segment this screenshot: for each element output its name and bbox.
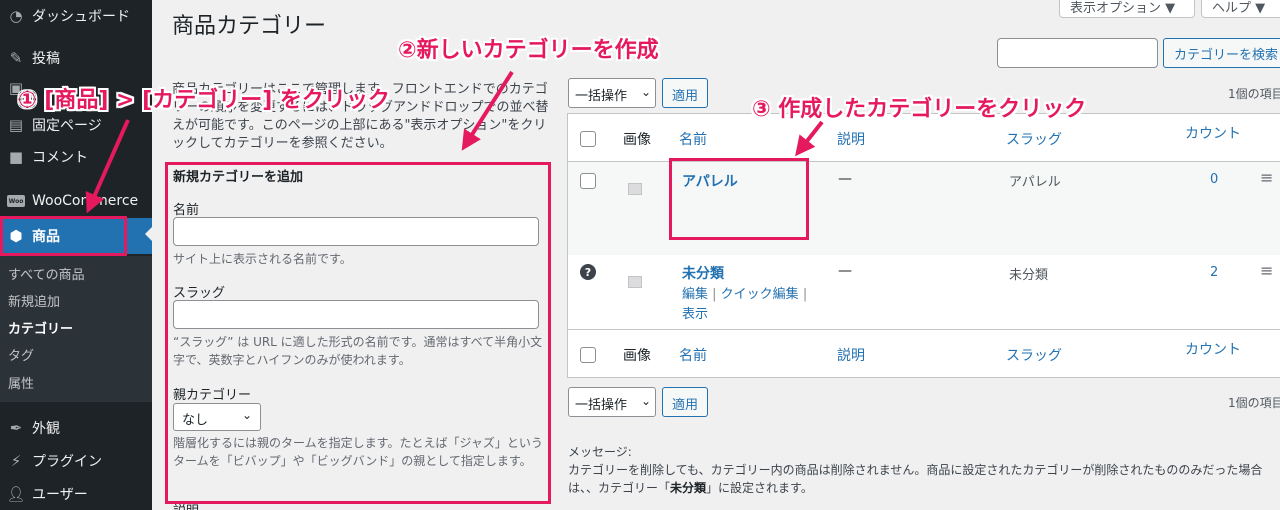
menu-users-label: ユーザー bbox=[32, 487, 88, 503]
col-image: 画像 bbox=[623, 348, 651, 364]
separator: | bbox=[708, 287, 721, 302]
submenu-add-new[interactable]: 新規追加 bbox=[8, 291, 60, 310]
col-slug[interactable]: スラッグ bbox=[1006, 129, 1062, 149]
table-footer-row: 画像 名前 説明 スラッグ カウント bbox=[568, 329, 1280, 378]
col-count[interactable]: カウント bbox=[1185, 339, 1241, 359]
term-description: — bbox=[838, 263, 852, 279]
menu-posts-label: 投稿 bbox=[32, 51, 60, 67]
col-description[interactable]: 説明 bbox=[837, 129, 865, 149]
annotation-box-products bbox=[0, 216, 127, 256]
term-slug: アパレル bbox=[1009, 175, 1061, 190]
col-name[interactable]: 名前 bbox=[679, 129, 707, 149]
term-count-link[interactable]: 2 bbox=[1210, 265, 1218, 280]
paintbrush-icon: ✒ bbox=[9, 419, 23, 437]
menu-posts[interactable]: ✎ 投稿 bbox=[0, 42, 152, 74]
annotation-box-add-form bbox=[165, 162, 551, 504]
col-description[interactable]: 説明 bbox=[837, 345, 865, 365]
col-count[interactable]: カウント bbox=[1185, 123, 1241, 143]
term-name-link[interactable]: 未分類 bbox=[682, 263, 724, 283]
annotation-step1: ① [商品] > [カテゴリー] をクリック bbox=[18, 88, 390, 113]
term-description: — bbox=[838, 171, 852, 187]
chevron-down-icon: ⌄ bbox=[640, 394, 651, 408]
menu-dashboard[interactable]: ◔ ダッシュボード bbox=[0, 0, 152, 32]
message-body-suffix: 」に設定されます。 bbox=[706, 481, 813, 495]
apply-button-bottom[interactable]: 適用 bbox=[662, 387, 708, 417]
submenu-attributes[interactable]: 属性 bbox=[8, 373, 34, 392]
submenu-all-products[interactable]: すべての商品 bbox=[8, 264, 85, 283]
edit-link[interactable]: 編集 bbox=[682, 287, 708, 302]
col-image: 画像 bbox=[623, 132, 651, 148]
products-submenu: すべての商品 新規追加 カテゴリー タグ 属性 bbox=[0, 256, 152, 402]
col-name[interactable]: 名前 bbox=[679, 345, 707, 365]
item-count-top: 1個の項目 bbox=[1228, 87, 1280, 101]
submenu-categories[interactable]: カテゴリー bbox=[8, 318, 73, 337]
bulk-action-label: 一括操作 bbox=[575, 89, 628, 104]
menu-users[interactable]: 👤︎ ユーザー bbox=[0, 478, 152, 510]
select-all-checkbox[interactable] bbox=[580, 347, 596, 363]
annotation-box-term bbox=[669, 158, 809, 240]
message-title: メッセージ: bbox=[568, 445, 632, 459]
message-body: カテゴリーを削除しても、カテゴリー内の商品は削除されません。商品に設定されたカテ… bbox=[568, 461, 1280, 497]
row-checkbox[interactable] bbox=[580, 173, 596, 189]
user-icon: 👤︎ bbox=[6, 485, 26, 503]
search-input[interactable] bbox=[997, 38, 1158, 68]
menu-plugins[interactable]: ⚡ プラグイン bbox=[0, 445, 152, 477]
message-body-bold: 未分類 bbox=[670, 481, 707, 495]
comment-icon: ■ bbox=[8, 148, 24, 166]
help-button[interactable]: ヘルプ ▼ bbox=[1201, 0, 1280, 18]
page-icon: ▤ bbox=[8, 116, 24, 134]
search-button[interactable]: カテゴリーを検索 bbox=[1163, 38, 1280, 68]
menu-comments[interactable]: ■ コメント bbox=[0, 141, 152, 173]
annotation-step3: ③ 作成したカテゴリーをクリック bbox=[752, 97, 1087, 122]
drag-handle-icon[interactable]: ≡ bbox=[1260, 261, 1273, 280]
term-slug: 未分類 bbox=[1009, 268, 1049, 283]
term-count-link[interactable]: 0 bbox=[1210, 172, 1218, 187]
select-all-checkbox[interactable] bbox=[580, 131, 596, 147]
menu-comments-label: コメント bbox=[32, 150, 88, 166]
pin-icon: ✎ bbox=[9, 49, 23, 67]
screen-options-button[interactable]: 表示オプション ▼ bbox=[1059, 0, 1195, 18]
woo-badge: Woo bbox=[7, 195, 25, 207]
woocommerce-icon: Woo bbox=[6, 191, 26, 211]
chevron-down-icon: ⌄ bbox=[640, 85, 651, 99]
drag-handle-icon[interactable]: ≡ bbox=[1260, 168, 1273, 187]
menu-woocommerce-label: WooCommerce bbox=[32, 193, 139, 209]
submenu-tags[interactable]: タグ bbox=[8, 345, 34, 364]
active-menu-arrow bbox=[145, 227, 152, 241]
menu-dashboard-label: ダッシュボード bbox=[32, 9, 130, 25]
bulk-action-select-top[interactable]: 一括操作 ⌄ bbox=[568, 78, 656, 108]
dashboard-icon: ◔ bbox=[9, 7, 23, 25]
quick-edit-link[interactable]: クイック編集 bbox=[721, 287, 799, 302]
thumbnail-placeholder-icon bbox=[616, 263, 654, 301]
item-count-bottom: 1個の項目 bbox=[1228, 396, 1280, 410]
row-actions: 編集 | クイック編集 | 表示 bbox=[682, 285, 822, 325]
view-link[interactable]: 表示 bbox=[682, 307, 708, 322]
help-icon[interactable]: ? bbox=[580, 264, 596, 280]
separator: | bbox=[798, 287, 808, 302]
menu-woocommerce[interactable]: Woo WooCommerce bbox=[0, 185, 152, 217]
page-title: 商品カテゴリー bbox=[172, 14, 327, 39]
menu-pages-label: 固定ページ bbox=[32, 118, 102, 134]
bulk-action-select-bottom[interactable]: 一括操作 ⌄ bbox=[568, 387, 656, 417]
table-row: ? 未分類 編集 | クイック編集 | 表示 — 未分類 2 ≡ bbox=[568, 255, 1280, 329]
plugin-icon: ⚡ bbox=[10, 452, 22, 470]
annotation-step2: ②新しいカテゴリーを作成 bbox=[398, 38, 659, 63]
menu-plugins-label: プラグイン bbox=[32, 454, 102, 470]
col-slug[interactable]: スラッグ bbox=[1006, 345, 1062, 365]
thumbnail-placeholder-icon bbox=[616, 170, 654, 208]
menu-appearance[interactable]: ✒ 外観 bbox=[0, 412, 152, 444]
menu-appearance-label: 外観 bbox=[32, 421, 60, 437]
bulk-action-label: 一括操作 bbox=[575, 398, 628, 413]
categories-table: 画像 名前 説明 スラッグ カウント アパレル — アパレル 0 ≡ ? 未分類… bbox=[567, 113, 1280, 378]
apply-button-top[interactable]: 適用 bbox=[662, 78, 708, 108]
